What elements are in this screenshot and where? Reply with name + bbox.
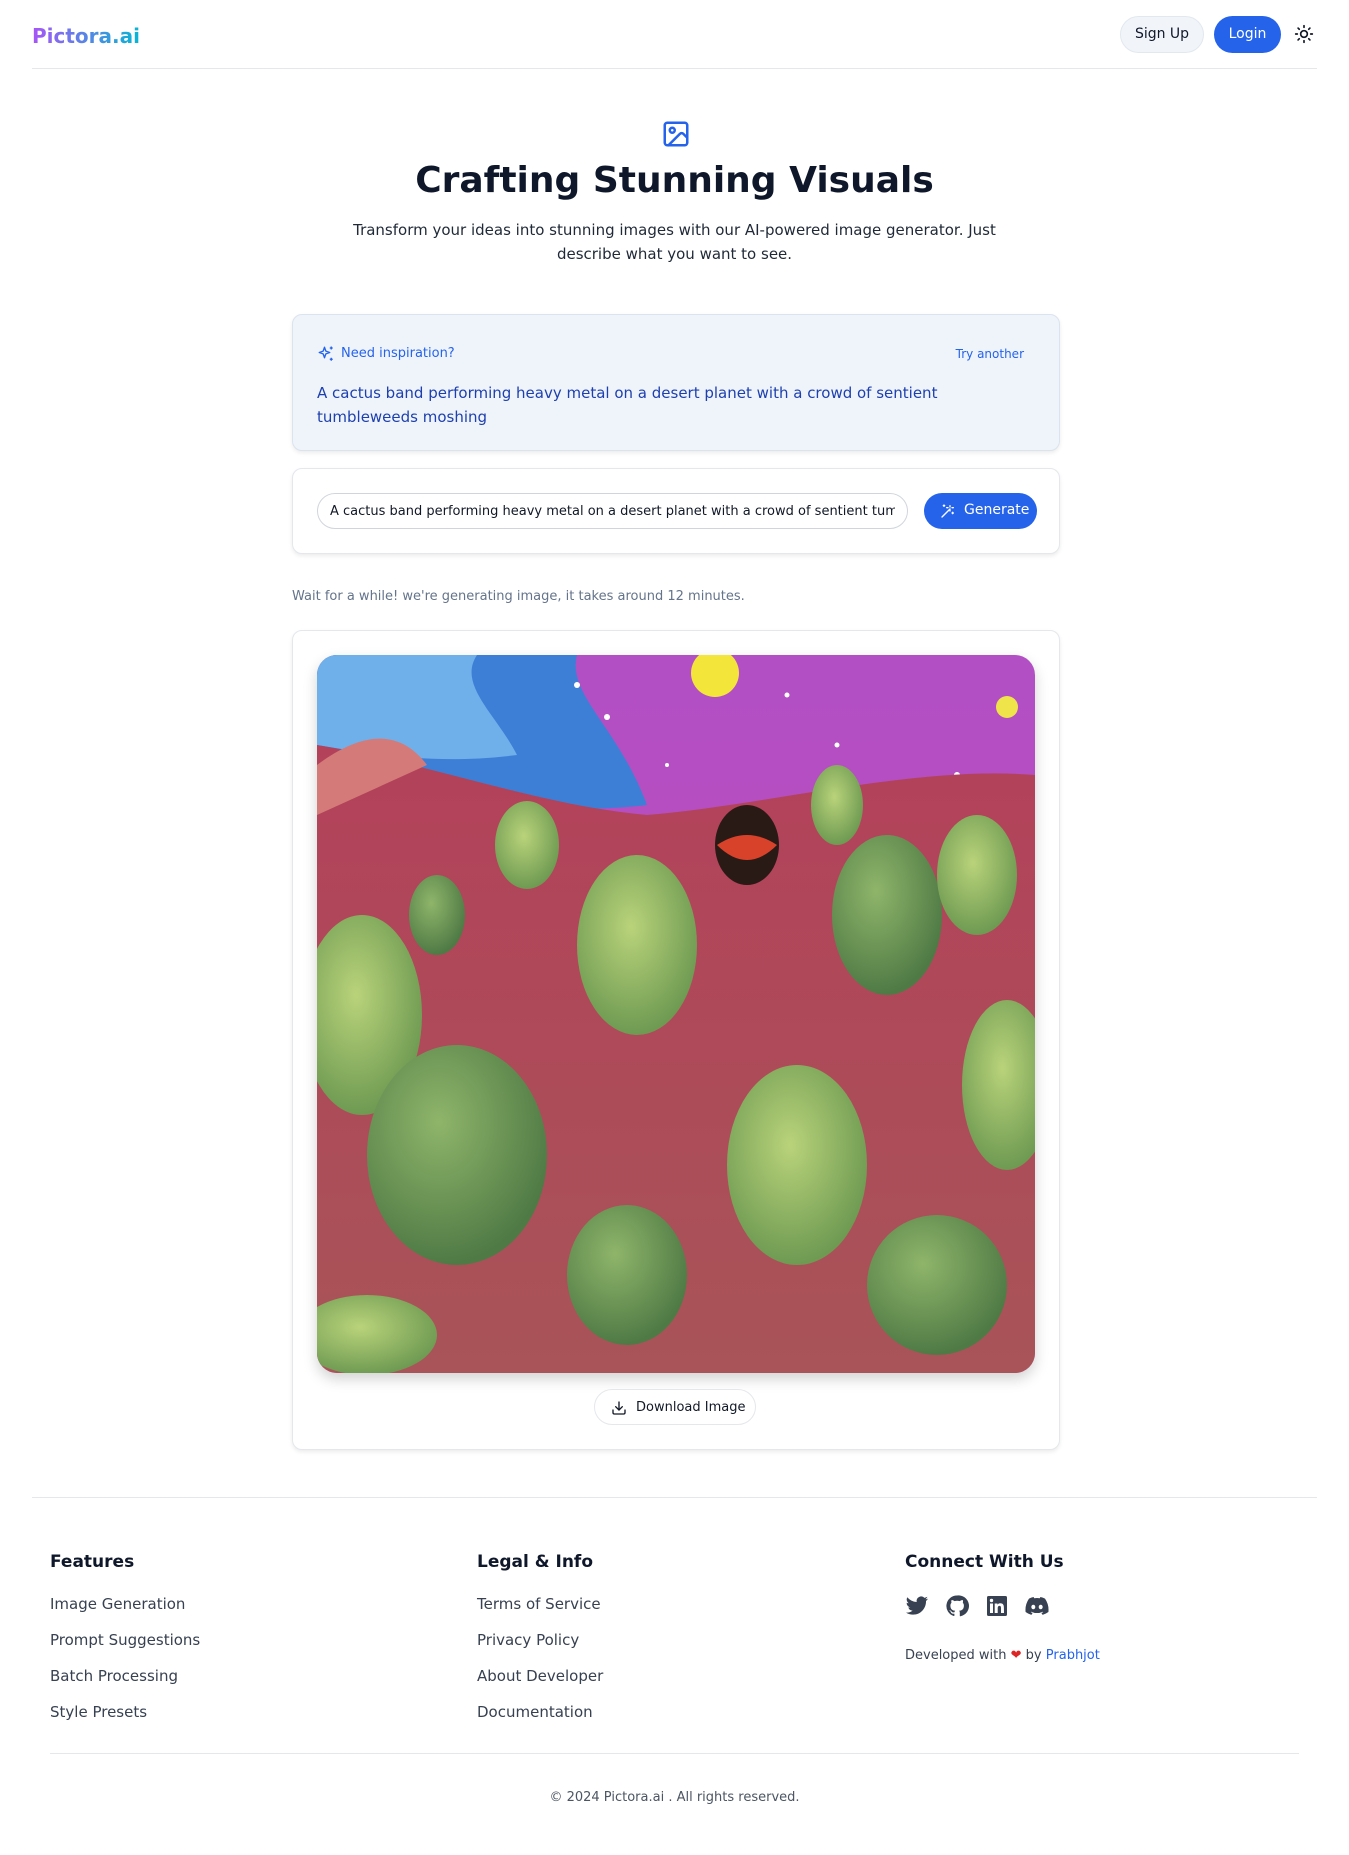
generate-label: Generate xyxy=(964,502,1030,518)
inspiration-label: Need inspiration? xyxy=(341,346,455,361)
download-icon xyxy=(611,1400,627,1416)
status-text: Wait for a while! we're generating image… xyxy=(292,589,745,604)
footer-features-title: Features xyxy=(50,1552,135,1572)
signup-button[interactable]: Sign Up xyxy=(1120,16,1204,53)
inspiration-card: Need inspiration? Try another A cactus b… xyxy=(292,314,1060,451)
footer-link-about-developer[interactable]: About Developer xyxy=(477,1666,603,1702)
social-links xyxy=(905,1594,1049,1618)
footer-legal-title: Legal & Info xyxy=(477,1552,593,1572)
try-another-button[interactable]: Try another xyxy=(956,347,1024,361)
prompt-card: Generate xyxy=(292,468,1060,554)
footer-link-image-generation[interactable]: Image Generation xyxy=(50,1594,200,1630)
sun-icon[interactable] xyxy=(1294,24,1314,44)
download-button[interactable]: Download Image xyxy=(594,1389,756,1425)
footer-link-batch-processing[interactable]: Batch Processing xyxy=(50,1666,200,1702)
site-header: Pictora.ai Sign Up Login xyxy=(32,0,1317,69)
twitter-icon[interactable] xyxy=(905,1594,929,1618)
footer-features: Features Image Generation Prompt Suggest… xyxy=(50,1552,200,1738)
footer-link-privacy[interactable]: Privacy Policy xyxy=(477,1630,603,1666)
copyright: © 2024 Pictora.ai . All rights reserved. xyxy=(549,1790,800,1805)
footer-link-terms[interactable]: Terms of Service xyxy=(477,1594,603,1630)
magic-wand-icon xyxy=(940,503,956,519)
linkedin-icon[interactable] xyxy=(985,1594,1009,1618)
page-title: Crafting Stunning Visuals xyxy=(415,160,934,201)
result-card: Download Image xyxy=(292,630,1060,1450)
dev-prefix: Developed with xyxy=(905,1648,1007,1663)
heart-icon: ❤ xyxy=(1010,1648,1022,1663)
page-subtitle: Transform your ideas into stunning image… xyxy=(353,221,996,263)
developer-link[interactable]: Prabhjot xyxy=(1046,1648,1100,1663)
logo[interactable]: Pictora.ai xyxy=(32,24,140,48)
footer-connect: Connect With Us Developed with ❤ by Prab… xyxy=(905,1552,1265,1682)
prompt-input[interactable] xyxy=(317,493,908,529)
download-label: Download Image xyxy=(636,1400,746,1415)
footer-link-style-presets[interactable]: Style Presets xyxy=(50,1702,200,1738)
developer-credit: Developed with ❤ by Prabhjot xyxy=(905,1648,1100,1663)
image-icon xyxy=(661,119,691,149)
sparkles-icon xyxy=(317,345,335,363)
footer-connect-title: Connect With Us xyxy=(905,1552,1064,1572)
inspiration-prompt[interactable]: A cactus band performing heavy metal on … xyxy=(317,381,1017,429)
footer-link-documentation[interactable]: Documentation xyxy=(477,1702,603,1738)
discord-icon[interactable] xyxy=(1025,1594,1049,1618)
site-footer: Features Image Generation Prompt Suggest… xyxy=(32,1497,1317,1855)
login-button[interactable]: Login xyxy=(1214,16,1281,53)
generated-image xyxy=(317,655,1035,1373)
footer-divider xyxy=(50,1753,1299,1754)
github-icon[interactable] xyxy=(945,1594,969,1618)
footer-link-prompt-suggestions[interactable]: Prompt Suggestions xyxy=(50,1630,200,1666)
generate-button[interactable]: Generate xyxy=(924,493,1037,529)
dev-by: by xyxy=(1025,1648,1042,1663)
footer-legal: Legal & Info Terms of Service Privacy Po… xyxy=(477,1552,603,1738)
